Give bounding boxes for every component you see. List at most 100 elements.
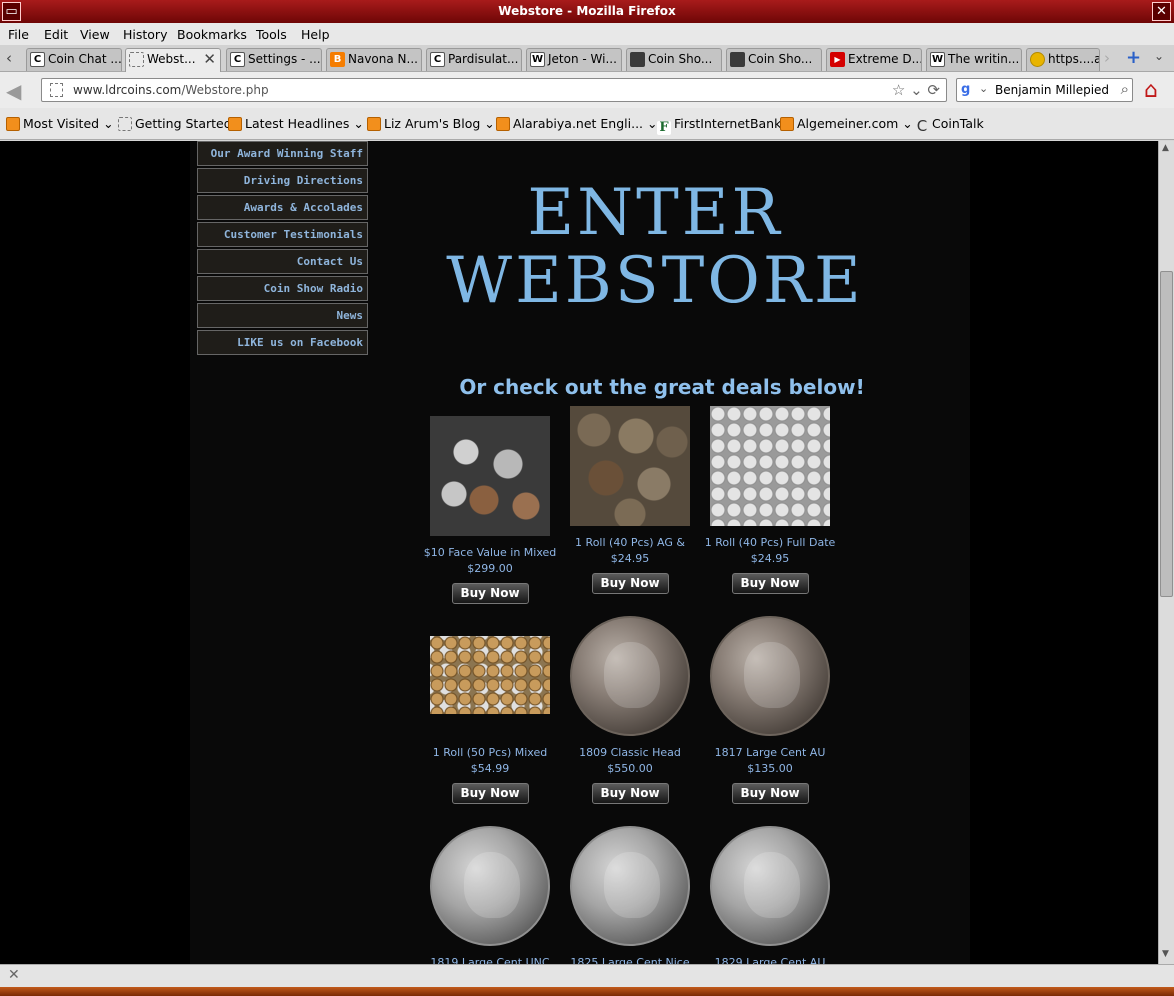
product-card: 1817 Large Cent AU $135.00 Buy Now [700, 616, 840, 804]
buy-now-button[interactable]: Buy Now [451, 783, 529, 804]
bookmark-latest-headlines[interactable]: Latest Headlines ⌄ [228, 116, 364, 131]
nav-award-winning-staff[interactable]: Our Award Winning Staff [197, 141, 368, 166]
tab-coin-show-2[interactable]: Coin Sho... [726, 48, 822, 71]
url-text: www.ldrcoins.com/Webstore.php [73, 83, 269, 97]
product-card: 1 Roll (40 Pcs) Full Date $24.95 Buy Now [700, 406, 840, 594]
tab-scroll-right-icon[interactable]: › [1104, 49, 1110, 67]
product-card: $10 Face Value in Mixed $299.00 Buy Now [420, 416, 560, 604]
product-card: 1825 Large Cent Nice [560, 826, 700, 964]
tab-navona[interactable]: B Navona N... [326, 48, 422, 71]
nav-driving-directions[interactable]: Driving Directions [197, 168, 368, 193]
enter-webstore-link[interactable]: ENTER WEBSTORE [420, 179, 890, 315]
status-bar: ✕ [0, 964, 1174, 987]
coin-favicon-icon [1030, 52, 1045, 67]
buy-now-button[interactable]: Buy Now [731, 783, 809, 804]
tab-coin-show-1[interactable]: Coin Sho... [626, 48, 722, 71]
back-arrow-icon[interactable]: ◀ [6, 79, 21, 103]
product-card: 1809 Classic Head $550.00 Buy Now [560, 616, 700, 804]
tab-list-icon[interactable]: ⌄ [1154, 49, 1164, 63]
product-image[interactable] [710, 406, 830, 526]
nav-facebook[interactable]: LIKE us on Facebook [197, 330, 368, 355]
nav-coin-show-radio[interactable]: Coin Show Radio [197, 276, 368, 301]
buy-now-button[interactable]: Buy Now [451, 583, 529, 604]
tab-favicon-icon [129, 52, 144, 67]
scroll-up-icon[interactable]: ▲ [1162, 143, 1169, 153]
product-image[interactable] [710, 616, 830, 736]
window-close-icon[interactable]: ✕ [1152, 2, 1171, 21]
buy-now-button[interactable]: Buy Now [731, 573, 809, 594]
scroll-down-icon[interactable]: ▼ [1162, 949, 1169, 959]
tab-bar: ‹ C Coin Chat ... Webst... ✕ C Settings - .… [0, 45, 1174, 72]
menu-edit[interactable]: Edit [44, 27, 68, 42]
product-price: $135.00 [747, 762, 793, 775]
tab-the-writing[interactable]: W The writin... [926, 48, 1022, 71]
menu-file[interactable]: File [8, 27, 29, 42]
product-name[interactable]: 1809 Classic Head [560, 746, 700, 760]
product-name[interactable]: 1819 Large Cent UNC [420, 956, 560, 964]
bookmark-liz-arum[interactable]: Liz Arum's Blog ⌄ [367, 116, 495, 131]
vertical-scrollbar[interactable]: ▲ ▼ [1158, 141, 1174, 964]
page-viewport: Our Award Winning Staff Driving Directio… [0, 141, 1158, 964]
url-bar[interactable]: www.ldrcoins.com/Webstore.php ☆ ⌄ ⟳ [41, 78, 947, 102]
nav-news[interactable]: News [197, 303, 368, 328]
search-icon[interactable]: ⌕ [1121, 80, 1129, 98]
buy-now-button[interactable]: Buy Now [591, 573, 669, 594]
search-box[interactable]: g ⌄ Benjamin Millepied ⌕ [956, 78, 1133, 102]
bookmark-alarabiya[interactable]: Alarabiya.net Engli... ⌄ [496, 116, 657, 131]
product-image[interactable] [710, 826, 830, 946]
close-addon-bar-icon[interactable]: ✕ [8, 967, 20, 983]
tab-label: Pardisulat... [448, 52, 519, 66]
tab-https[interactable]: https....a [1026, 48, 1100, 71]
tab-jeton[interactable]: W Jeton - Wi... [526, 48, 622, 71]
home-icon[interactable]: ⌂ [1144, 78, 1158, 103]
google-icon[interactable]: g [961, 82, 977, 98]
product-name[interactable]: 1 Roll (40 Pcs) Full Date [700, 536, 840, 550]
bookmark-firstinternetbank[interactable]: F FirstInternetBank [657, 116, 781, 135]
tab-close-icon[interactable]: ✕ [203, 49, 216, 70]
rss-icon [367, 117, 381, 131]
product-name[interactable]: 1829 Large Cent AU [700, 956, 840, 964]
product-image[interactable] [430, 416, 550, 536]
product-name[interactable]: $10 Face Value in Mixed [420, 546, 560, 560]
menu-view[interactable]: View [80, 27, 110, 42]
tab-pardisulat[interactable]: C Pardisulat... [426, 48, 522, 71]
menu-history[interactable]: History [123, 27, 167, 42]
deals-heading: Or check out the great deals below! [459, 375, 865, 399]
menu-help[interactable]: Help [301, 27, 330, 42]
bookmark-cointalk[interactable]: C CoinTalk [915, 116, 984, 134]
tab-coin-chat[interactable]: C Coin Chat ... [26, 48, 122, 71]
tab-label: The writin... [948, 52, 1020, 66]
url-tools-icon[interactable]: ☆ ⌄ ⟳ [892, 81, 940, 99]
product-name[interactable]: 1 Roll (50 Pcs) Mixed [420, 746, 560, 760]
product-image[interactable] [430, 636, 550, 714]
tab-scroll-left-icon[interactable]: ‹ [6, 49, 12, 67]
buy-now-button[interactable]: Buy Now [591, 783, 669, 804]
product-image[interactable] [570, 616, 690, 736]
product-card: 1 Roll (40 Pcs) AG & $24.95 Buy Now [560, 406, 700, 594]
bookmark-most-visited[interactable]: Most Visited ⌄ [6, 116, 114, 131]
bookmark-getting-started[interactable]: Getting Started [118, 116, 232, 131]
product-name[interactable]: 1817 Large Cent AU [700, 746, 840, 760]
folder-icon [6, 117, 20, 131]
new-tab-icon[interactable]: + [1126, 47, 1141, 68]
tab-extreme[interactable]: ▶ Extreme D... [826, 48, 922, 71]
nav-awards-accolades[interactable]: Awards & Accolades [197, 195, 368, 220]
product-image[interactable] [570, 826, 690, 946]
scrollbar-thumb[interactable] [1160, 271, 1173, 597]
tab-settings[interactable]: C Settings - ... [226, 48, 322, 71]
search-engine-dropdown-icon[interactable]: ⌄ [979, 82, 988, 95]
site-identity-icon[interactable] [50, 83, 63, 97]
product-image[interactable] [570, 406, 690, 526]
product-image[interactable] [430, 826, 550, 946]
bookmark-algemeiner[interactable]: Algemeiner.com ⌄ [780, 116, 913, 131]
search-input[interactable]: Benjamin Millepied [995, 83, 1109, 97]
nav-customer-testimonials[interactable]: Customer Testimonials [197, 222, 368, 247]
menu-bookmarks[interactable]: Bookmarks [177, 27, 247, 42]
rss-icon [496, 117, 510, 131]
product-name[interactable]: 1 Roll (40 Pcs) AG & [560, 536, 700, 550]
product-name[interactable]: 1825 Large Cent Nice [560, 956, 700, 964]
product-price: $24.95 [750, 552, 790, 565]
nav-contact-us[interactable]: Contact Us [197, 249, 368, 274]
menu-tools[interactable]: Tools [256, 27, 287, 42]
tab-webstore[interactable]: Webst... ✕ [125, 48, 221, 72]
